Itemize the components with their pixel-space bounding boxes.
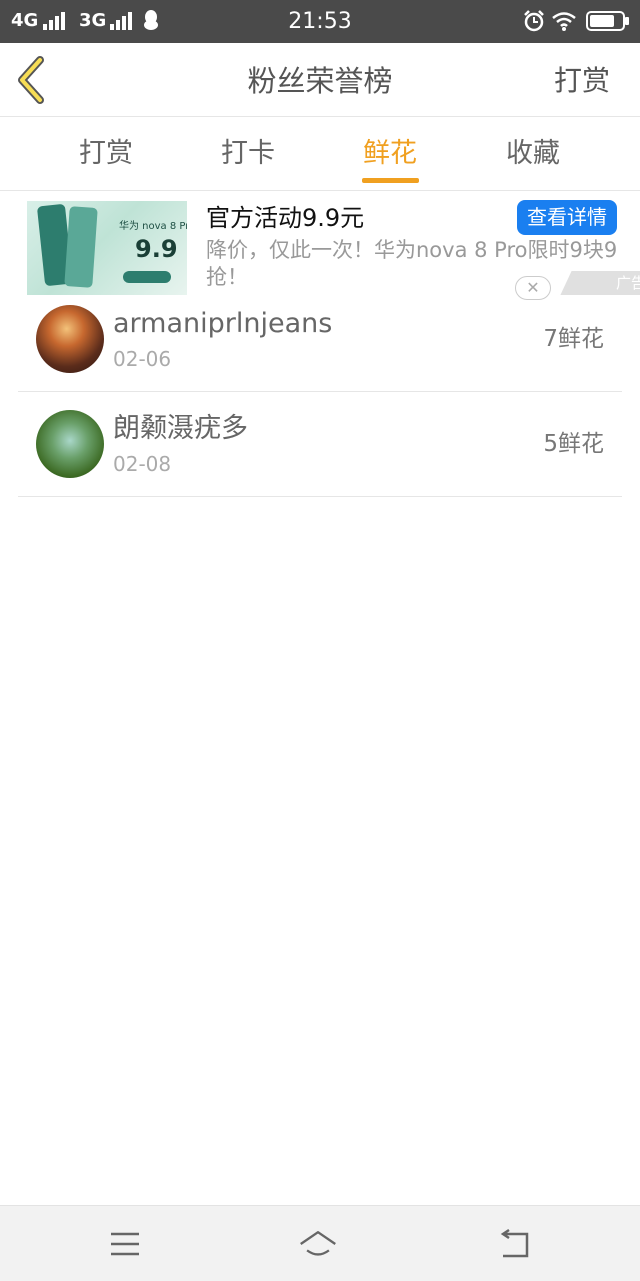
status-bar: 4G 3G 21:53 — [0, 0, 640, 43]
menu-icon[interactable] — [105, 1226, 145, 1262]
ad-headline[interactable]: 官方活动9.9元 — [206, 203, 364, 233]
tab-bar: 打赏 打卡 鲜花 收藏 — [0, 117, 640, 191]
tab-flowers[interactable]: 鲜花 — [335, 137, 445, 171]
phone-image — [64, 206, 98, 288]
reward-button[interactable]: 打赏 — [554, 63, 610, 99]
navigation-bar — [0, 1205, 640, 1281]
flower-count: 7鲜花 — [543, 326, 604, 352]
tab-favorites[interactable]: 收藏 — [478, 137, 588, 171]
avatar[interactable] — [36, 305, 104, 373]
ad-details-button[interactable]: 查看详情 — [517, 200, 617, 235]
tab-reward[interactable]: 打赏 — [51, 137, 161, 171]
list-item[interactable]: 朗颡滠疣多 02-08 5鲜花 — [18, 392, 622, 497]
fan-name: armaniprlnjeans — [113, 308, 333, 339]
page-title: 粉丝荣誉榜 — [247, 64, 393, 98]
alarm-icon — [524, 10, 544, 32]
ad-image-button — [123, 271, 171, 283]
battery-icon — [586, 11, 629, 31]
header: 粉丝荣誉榜 打赏 — [0, 43, 640, 117]
ad-image-price: 9.9 — [135, 235, 178, 263]
ad-image[interactable]: 华为 nova 8 Pro 9.9 — [27, 201, 187, 295]
wifi-icon — [552, 12, 576, 31]
back-icon[interactable] — [495, 1226, 535, 1262]
flower-count: 5鲜花 — [543, 431, 604, 457]
fan-date: 02-08 — [113, 452, 172, 476]
avatar[interactable] — [36, 410, 104, 478]
home-icon[interactable] — [298, 1226, 338, 1262]
list-item[interactable]: armaniprlnjeans 02-06 7鲜花 — [18, 287, 622, 392]
ad-description[interactable]: 降价，仅此一次！华为nova 8 Pro限时9块9抢！ — [206, 237, 626, 291]
active-tab-indicator — [362, 178, 419, 183]
fan-name: 朗颡滠疣多 — [113, 413, 248, 444]
tab-checkin[interactable]: 打卡 — [193, 137, 303, 171]
fan-date: 02-06 — [113, 347, 172, 371]
ad-image-title: 华为 nova 8 Pro — [119, 221, 187, 232]
